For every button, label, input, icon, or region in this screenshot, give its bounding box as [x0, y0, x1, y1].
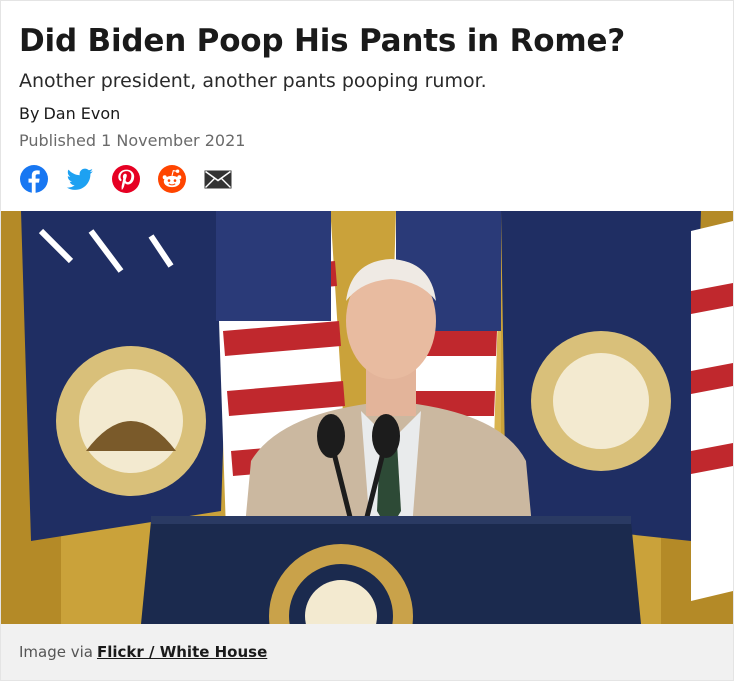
caption-source-link[interactable]: Flickr / White House [97, 643, 267, 661]
publish-date: Published 1 November 2021 [19, 131, 246, 150]
article-header: Did Biden Poop His Pants in Rome? Anothe… [1, 1, 733, 194]
pinterest-icon[interactable] [111, 164, 141, 194]
article-title: Did Biden Poop His Pants in Rome? [19, 23, 626, 59]
hero-image [1, 211, 733, 624]
article-page: Did Biden Poop His Pants in Rome? Anothe… [0, 0, 734, 681]
byline: By Dan Evon [19, 103, 715, 125]
reddit-icon[interactable] [157, 164, 187, 194]
article-subtitle: Another president, another pants pooping… [19, 70, 487, 92]
image-caption: Image via Flickr / White House [1, 624, 733, 680]
podium-scene-illustration [1, 211, 733, 624]
facebook-icon[interactable] [19, 164, 49, 194]
caption-prefix: Image via [19, 643, 93, 661]
twitter-icon[interactable] [65, 164, 95, 194]
share-bar [19, 164, 715, 194]
byline-prefix: By [19, 104, 40, 123]
email-icon[interactable] [203, 164, 233, 194]
author-link[interactable]: Dan Evon [43, 104, 120, 123]
